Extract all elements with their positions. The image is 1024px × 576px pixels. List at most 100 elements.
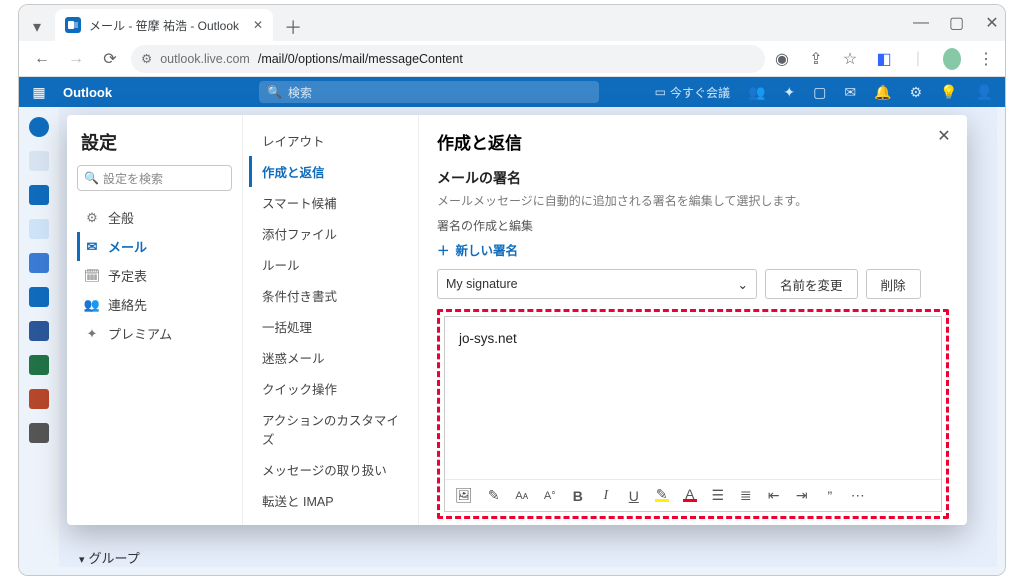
quote-icon[interactable]: ” (823, 488, 837, 504)
signature-body[interactable]: jo-sys.net (445, 317, 941, 479)
url-path: /mail/0/options/mail/messageContent (258, 52, 463, 66)
signature-selected-value: My signature (446, 277, 518, 291)
settings-subitem[interactable]: 迷惑メール (249, 342, 412, 373)
group-section-label[interactable]: ▾グループ (79, 548, 140, 567)
settings-category[interactable]: ✉メール (77, 232, 232, 261)
meet-now-button[interactable]: ▭ 今すぐ会議 (655, 84, 730, 101)
settings-content: ✕ 作成と返信 メールの署名 メールメッセージに自動的に追加される署名を編集して… (419, 115, 967, 525)
delete-button[interactable]: 削除 (866, 269, 921, 299)
settings-subitem[interactable]: 添付ファイル (249, 218, 412, 249)
settings-subnav: レイアウト作成と返信スマート候補添付ファイルルール条件付き書式一括処理迷惑メール… (243, 115, 419, 525)
bulleted-list-icon[interactable]: ☰ (711, 487, 725, 504)
rail-mail-icon[interactable] (29, 151, 49, 171)
new-signature-label: 新しい署名 (456, 240, 519, 259)
annotation-highlight: jo-sys.net 🖼 ✎ Aᴀ A° B I U ✎ A ☰ (437, 309, 949, 519)
minimize-icon[interactable]: ― (913, 14, 927, 32)
teams-icon[interactable]: 👥 (748, 84, 765, 101)
back-button[interactable]: ← (29, 46, 55, 72)
category-icon: ✦ (84, 326, 100, 342)
settings-subitem[interactable]: 作成と返信 (249, 156, 412, 187)
new-signature-button[interactable]: ＋ 新しい署名 (437, 234, 949, 269)
search-placeholder: 設定を検索 (103, 170, 163, 187)
rail-calendar-icon[interactable] (29, 185, 49, 205)
browser-window: ▾ メール - 笹摩 祐浩 - Outlook ✕ ＋ ― ▢ ✕ ← → ⟳ … (18, 4, 1006, 576)
settings-subitem[interactable]: 一括処理 (249, 311, 412, 342)
close-tab-icon[interactable]: ✕ (253, 18, 263, 32)
divider: | (909, 50, 927, 68)
window-icon[interactable]: ▢ (813, 84, 826, 101)
rail-home-icon[interactable] (29, 117, 49, 137)
settings-search[interactable]: 🔍 設定を検索 (77, 165, 232, 191)
account-icon[interactable]: 👤 (976, 84, 993, 101)
settings-subitem[interactable]: 条件付き書式 (249, 280, 412, 311)
forward-button[interactable]: → (63, 46, 89, 72)
rename-button[interactable]: 名前を変更 (765, 269, 858, 299)
settings-subitem[interactable]: クイック操作 (249, 373, 412, 404)
settings-subitem[interactable]: スマート候補 (249, 187, 412, 218)
site-settings-icon[interactable]: ⚙ (141, 51, 152, 66)
rail-more-icon[interactable] (29, 423, 49, 443)
settings-subitem[interactable]: 自動応答 (249, 516, 412, 525)
mail-icon[interactable]: ✉ (844, 84, 856, 101)
more-formatting-icon[interactable]: ⋯ (851, 487, 865, 504)
settings-subitem[interactable]: ルール (249, 249, 412, 280)
close-window-icon[interactable]: ✕ (985, 13, 999, 33)
category-icon: ✉ (84, 239, 100, 255)
rail-word-icon[interactable] (29, 321, 49, 341)
category-label: 全般 (108, 208, 134, 227)
rail-ppt-icon[interactable] (29, 389, 49, 409)
tab-search-chevron-icon[interactable]: ▾ (23, 13, 51, 41)
menu-kebab-icon[interactable]: ⋮ (977, 49, 995, 69)
settings-category[interactable]: 🗓予定表 (77, 261, 232, 290)
signature-select[interactable]: My signature ⌄ (437, 269, 757, 299)
settings-category[interactable]: 👥連絡先 (77, 290, 232, 319)
bold-icon[interactable]: B (571, 488, 585, 504)
diamond-icon[interactable]: ✦ (783, 84, 795, 101)
indent-icon[interactable]: ⇥ (795, 487, 809, 504)
bookmark-star-icon[interactable]: ☆ (841, 49, 859, 69)
rail-files-icon[interactable] (29, 253, 49, 273)
font-size-icon[interactable]: A° (543, 490, 557, 502)
bell-icon[interactable]: 🔔 (874, 84, 891, 101)
profile-avatar[interactable] (943, 48, 961, 70)
settings-category[interactable]: ✦プレミアム (77, 319, 232, 348)
settings-subitem[interactable]: レイアウト (249, 125, 412, 156)
browser-tab-strip: ▾ メール - 笹摩 祐浩 - Outlook ✕ ＋ ― ▢ ✕ (19, 5, 1005, 41)
signature-editor[interactable]: jo-sys.net 🖼 ✎ Aᴀ A° B I U ✎ A ☰ (444, 316, 942, 512)
rail-excel-icon[interactable] (29, 355, 49, 375)
settings-subitem[interactable]: アクションのカスタマイズ (249, 404, 412, 454)
category-icon: 👥 (84, 297, 100, 313)
tips-icon[interactable]: 💡 (940, 84, 957, 101)
extension-icon[interactable]: ◧ (875, 49, 893, 69)
share-icon[interactable]: ⇪ (807, 49, 825, 69)
category-icon: 🗓 (84, 268, 100, 284)
highlighter-icon[interactable]: ✎ (487, 487, 501, 504)
insert-image-icon[interactable]: 🖼 (455, 487, 473, 504)
app-left-rail (19, 107, 59, 575)
outlook-search[interactable]: 🔍 検索 (259, 81, 599, 103)
numbered-list-icon[interactable]: ≣ (739, 487, 753, 504)
settings-subitem[interactable]: 転送と IMAP (249, 485, 412, 516)
maximize-icon[interactable]: ▢ (949, 13, 963, 33)
gear-icon[interactable]: ⚙ (910, 84, 923, 101)
rail-people-icon[interactable] (29, 219, 49, 239)
outdent-icon[interactable]: ⇤ (767, 487, 781, 504)
close-settings-button[interactable]: ✕ (931, 123, 957, 149)
rail-todo-icon[interactable] (29, 287, 49, 307)
font-color-icon[interactable]: A (683, 489, 697, 502)
address-bar[interactable]: ⚙ outlook.live.com/mail/0/options/mail/m… (131, 45, 765, 73)
app-launcher-icon[interactable]: ▦ (19, 84, 59, 101)
settings-subitem[interactable]: メッセージの取り扱い (249, 454, 412, 485)
font-family-icon[interactable]: Aᴀ (515, 490, 529, 502)
eye-icon[interactable]: ◉ (773, 49, 791, 69)
app-brand[interactable]: Outlook (59, 85, 259, 100)
outlook-favicon-icon (65, 17, 81, 33)
italic-icon[interactable]: I (599, 488, 613, 504)
window-controls: ― ▢ ✕ (913, 5, 999, 41)
reload-button[interactable]: ⟳ (97, 46, 123, 72)
underline-icon[interactable]: U (627, 488, 641, 504)
browser-tab-active[interactable]: メール - 笹摩 祐浩 - Outlook ✕ (55, 9, 273, 41)
new-tab-button[interactable]: ＋ (279, 13, 307, 41)
text-highlight-color-icon[interactable]: ✎ (655, 489, 669, 502)
settings-category[interactable]: ⚙全般 (77, 203, 232, 232)
